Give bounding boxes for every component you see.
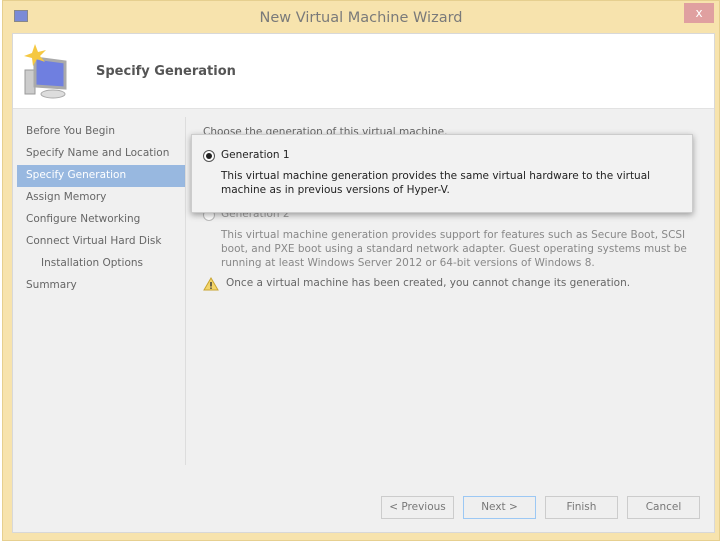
previous-button[interactable]: < Previous: [381, 496, 454, 519]
warning-text: Once a virtual machine has been created,…: [226, 277, 631, 289]
divider: [185, 117, 186, 465]
step-installation-options[interactable]: Installation Options: [17, 253, 185, 275]
cancel-button[interactable]: Cancel: [627, 496, 700, 519]
finish-button[interactable]: Finish: [545, 496, 618, 519]
page-title: Specify Generation: [96, 64, 236, 79]
close-button[interactable]: x: [684, 3, 714, 23]
wizard-client: Specify Generation Before You Begin Spec…: [12, 33, 715, 533]
step-assign-memory[interactable]: Assign Memory: [17, 187, 185, 209]
step-summary[interactable]: Summary: [17, 275, 185, 297]
generation-1-highlight: Generation 1 This virtual machine genera…: [191, 134, 693, 213]
warning-icon: [203, 277, 219, 291]
window-title: New Virtual Machine Wizard: [259, 10, 463, 26]
wizard-steps: Before You Begin Specify Name and Locati…: [17, 121, 185, 297]
generation-1-radio[interactable]: [203, 150, 215, 162]
step-configure-networking[interactable]: Configure Networking: [17, 209, 185, 231]
step-connect-vhd[interactable]: Connect Virtual Hard Disk: [17, 231, 185, 253]
wizard-window: New Virtual Machine Wizard x Specify Gen…: [2, 0, 720, 541]
step-specify-generation[interactable]: Specify Generation: [17, 165, 185, 187]
generation-1-description: This virtual machine generation provides…: [221, 170, 651, 196]
generation-1-label[interactable]: Generation 1: [221, 149, 290, 161]
generation-2-description: This virtual machine generation provides…: [221, 229, 687, 269]
step-specify-name[interactable]: Specify Name and Location: [17, 143, 185, 165]
wizard-header: Specify Generation: [13, 34, 714, 109]
next-button[interactable]: Next >: [463, 496, 536, 519]
step-before-you-begin[interactable]: Before You Begin: [17, 121, 185, 143]
virtual-machine-icon: [24, 44, 67, 99]
